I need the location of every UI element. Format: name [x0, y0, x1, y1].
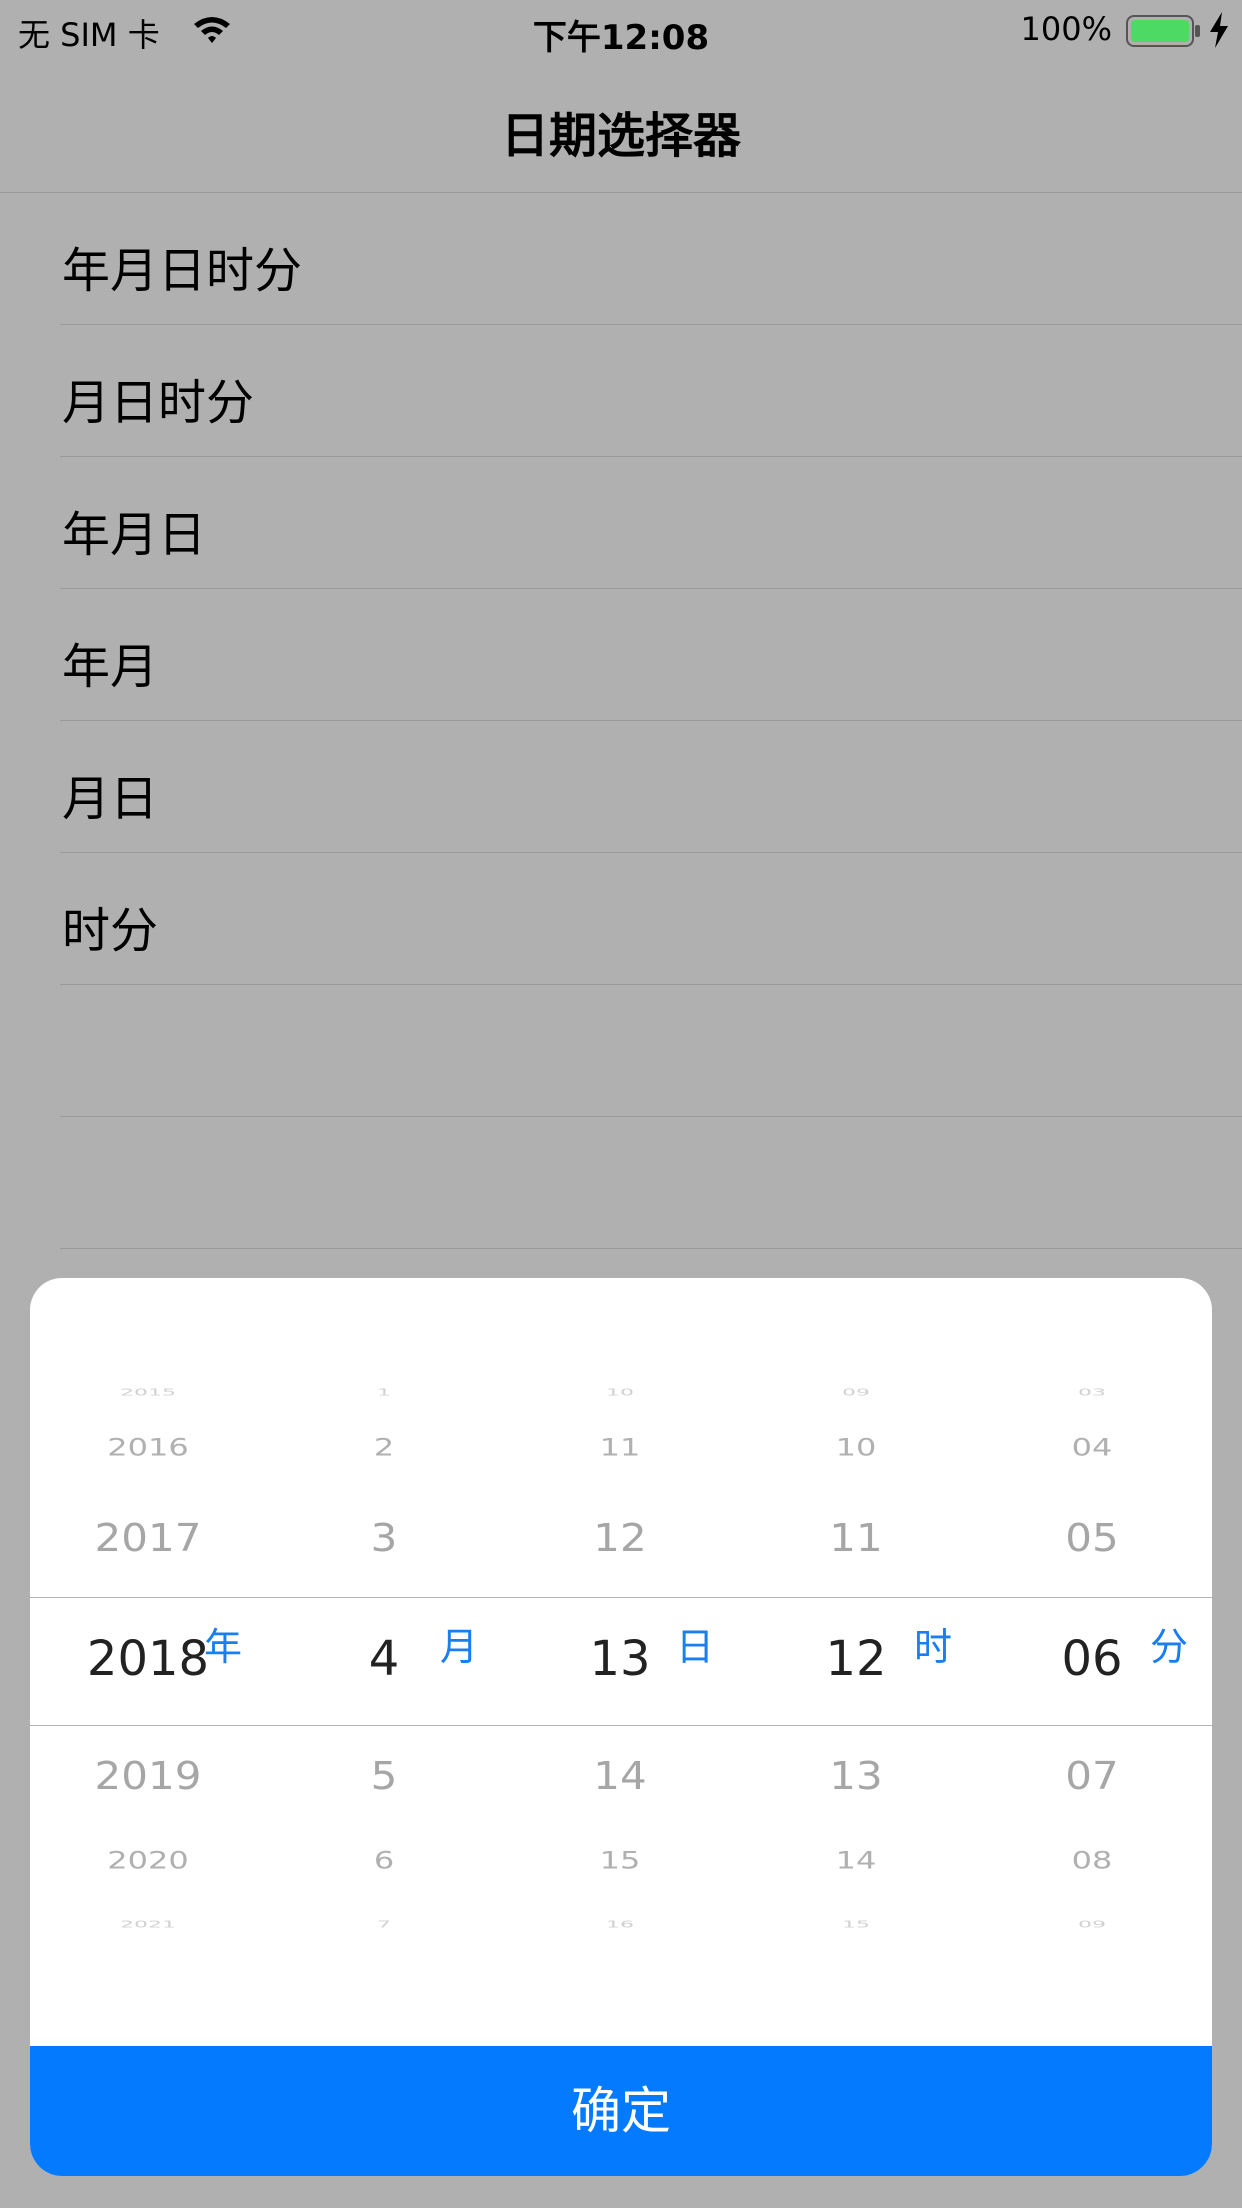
- battery-percent: 100%: [1020, 10, 1112, 48]
- wheel-value: 2020: [107, 1845, 189, 1875]
- wheel-value: 2019: [94, 1752, 202, 1799]
- minute-unit-label: 分: [1150, 1625, 1189, 1669]
- wheel-value: 1: [377, 1386, 391, 1399]
- wheel-value: 12: [593, 1514, 647, 1561]
- wheel-value: 09: [842, 1386, 870, 1399]
- wheel-value: 7: [377, 1918, 391, 1931]
- wheel-value: 6: [373, 1845, 395, 1875]
- wheel-value: 2: [373, 1432, 395, 1462]
- list-item-ymdhm[interactable]: 年月日时分: [60, 193, 1242, 325]
- wheel-value: 11: [599, 1432, 641, 1462]
- list-item-empty[interactable]: [60, 985, 1242, 1117]
- wheel-value: 10: [835, 1432, 877, 1462]
- wheel-value: 13: [829, 1752, 883, 1799]
- list-item-label: 月日: [62, 771, 159, 827]
- month-wheel[interactable]: 1 2 3 4 5 6 7 月: [266, 1278, 502, 2046]
- list-item-label: 年月日: [62, 507, 207, 563]
- wheel-value: 08: [1071, 1845, 1113, 1875]
- list-item-md[interactable]: 月日: [60, 721, 1242, 853]
- minute-wheel[interactable]: 03 04 05 06 07 08 09 分: [974, 1278, 1210, 2046]
- page-title: 日期选择器: [500, 108, 741, 164]
- wheel-value: 10: [606, 1386, 634, 1399]
- wheel-value: 2015: [120, 1386, 176, 1399]
- wheel-value: 04: [1071, 1432, 1113, 1462]
- wheel-value: 16: [606, 1918, 634, 1931]
- list-item-label: 时分: [62, 903, 159, 959]
- wheel-value: 14: [835, 1845, 877, 1875]
- wheel-value: 05: [1065, 1514, 1119, 1561]
- list-item-hm[interactable]: 时分: [60, 853, 1242, 985]
- list-item-label: 年月日时分: [62, 243, 303, 299]
- confirm-button[interactable]: 确定: [30, 2046, 1212, 2176]
- year-wheel[interactable]: 2015 2016 2017 2018 2019 2020 2021 年: [30, 1278, 266, 2046]
- hour-wheel[interactable]: 09 10 11 12 13 14 15 时: [738, 1278, 974, 2046]
- mode-list: 年月日时分 月日时分 年月日 年月 月日 时分: [0, 193, 1242, 1249]
- wheel-value: 15: [842, 1918, 870, 1931]
- list-item-label: 年月: [62, 639, 159, 695]
- wheel-value: 09: [1078, 1918, 1106, 1931]
- day-wheel[interactable]: 10 11 12 13 14 15 16 日: [502, 1278, 738, 2046]
- day-unit-label: 日: [676, 1625, 715, 1669]
- wheel-value: 14: [593, 1752, 647, 1799]
- wheel-value: 3: [370, 1514, 398, 1561]
- wheel-value: 2016: [107, 1432, 189, 1462]
- wheel-value: 2017: [94, 1514, 202, 1561]
- date-picker-wheels[interactable]: 2015 2016 2017 2018 2019 2020 2021 年 1 2…: [30, 1278, 1212, 2046]
- list-item-empty[interactable]: [60, 1117, 1242, 1249]
- month-unit-label: 月: [440, 1625, 479, 1669]
- hour-unit-label: 时: [914, 1625, 953, 1669]
- battery-icon: [1126, 14, 1202, 52]
- wheel-value: 2021: [120, 1918, 176, 1931]
- wheel-value: 15: [599, 1845, 641, 1875]
- wheel-value: 5: [370, 1752, 398, 1799]
- wheel-value: 11: [829, 1514, 883, 1561]
- list-item-mdhm[interactable]: 月日时分: [60, 325, 1242, 457]
- wheel-value: 07: [1065, 1752, 1119, 1799]
- date-picker-sheet: 2015 2016 2017 2018 2019 2020 2021 年 1 2…: [30, 1278, 1212, 2176]
- list-item-label: 月日时分: [62, 375, 255, 431]
- status-bar: 无 SIM 卡 下午12:08 100%: [0, 0, 1242, 62]
- list-item-ym[interactable]: 年月: [60, 589, 1242, 721]
- charging-bolt-icon: [1208, 12, 1230, 52]
- wheel-value: 03: [1078, 1386, 1106, 1399]
- list-item-ymd[interactable]: 年月日: [60, 457, 1242, 589]
- year-unit-label: 年: [204, 1625, 243, 1669]
- navigation-bar: 日期选择器: [0, 62, 1242, 193]
